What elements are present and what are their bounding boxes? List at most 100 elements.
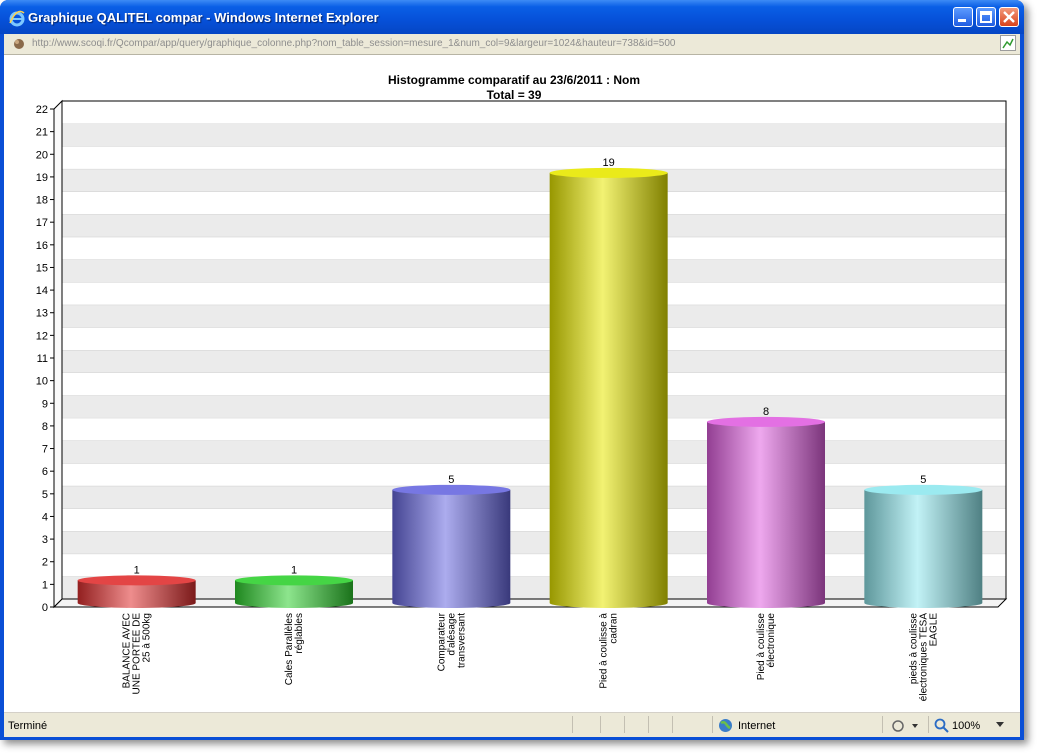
minimize-button[interactable] — [953, 7, 973, 27]
bar — [707, 416, 825, 608]
y-tick-label: 12 — [36, 330, 48, 342]
page-icon — [14, 39, 24, 49]
y-tick-label: 14 — [36, 285, 48, 297]
x-tick-label-line: 25 à 500kg — [142, 613, 153, 663]
status-bar: Terminé Internet 100% — [4, 712, 1020, 737]
grid-band — [62, 214, 1006, 237]
x-tick-label-line: réglables — [294, 613, 305, 654]
bar-top — [77, 575, 196, 586]
minimize-icon — [958, 19, 966, 22]
grid-band — [62, 350, 1006, 373]
grid-band — [62, 236, 1006, 260]
bar — [77, 575, 196, 608]
protected-mode-button[interactable] — [890, 718, 920, 733]
status-divider — [572, 716, 573, 733]
y-tick-label: 22 — [36, 104, 48, 116]
grid-band — [62, 395, 1006, 418]
address-bar[interactable]: http://www.scoqi.fr/Qcompar/app/query/gr… — [4, 34, 1020, 55]
bar — [864, 484, 983, 608]
grid-band — [62, 282, 1006, 305]
browser-window: Graphique QALITEL compar - Windows Inter… — [0, 0, 1024, 740]
x-tick-label-line: électronique — [766, 613, 777, 668]
x-tick-label-line: cadran — [609, 613, 620, 644]
y-tick-label: 3 — [42, 534, 48, 546]
window-title: Graphique QALITEL compar - Windows Inter… — [28, 10, 379, 25]
chevron-down-icon — [996, 722, 1004, 727]
grid-band — [62, 372, 1006, 396]
y-tick-label: 2 — [42, 557, 48, 569]
bar — [549, 167, 668, 608]
globe-icon — [719, 719, 732, 732]
x-tick-label: pieds à coulisse électroniques TESA EAGLE — [908, 613, 939, 702]
y-tick-label: 21 — [36, 127, 48, 139]
status-divider — [648, 716, 649, 733]
y-tick-label: 8 — [42, 421, 48, 433]
y-tick-label: 16 — [36, 240, 48, 252]
x-tick-label: BALANCE AVEC UNE PORTEE DE 25 à 500kg — [122, 613, 153, 695]
bar-value-label: 8 — [763, 406, 769, 418]
bar — [392, 484, 511, 608]
grid-band — [62, 259, 1006, 283]
status-divider — [672, 716, 673, 733]
status-text: Terminé — [8, 720, 48, 732]
bar-body — [864, 489, 983, 608]
grid-band — [62, 440, 1006, 464]
y-tick-label: 11 — [37, 353, 48, 365]
title-bar[interactable]: Graphique QALITEL compar - Windows Inter… — [0, 0, 1024, 34]
x-tick-label: Comparateur d'alésage transversant — [436, 612, 467, 671]
chart-subtitle: Total = 39 — [487, 88, 542, 102]
y-tick-label: 4 — [42, 511, 48, 523]
bar-top — [864, 484, 983, 495]
y-tick-label: 17 — [36, 217, 48, 229]
chart-title: Histogramme comparatif au 23/6/2011 : No… — [388, 73, 640, 87]
bar — [235, 575, 353, 608]
status-divider — [928, 716, 929, 733]
y-tick-label: 6 — [42, 466, 48, 478]
security-zone[interactable]: Internet — [718, 718, 798, 733]
y-tick-label: 13 — [36, 308, 48, 320]
status-divider — [882, 716, 883, 733]
grid-band — [62, 146, 1006, 169]
grid-band — [62, 463, 1006, 486]
bar-body — [392, 489, 511, 608]
y-tick-label: 10 — [36, 376, 48, 388]
url-text[interactable]: http://www.scoqi.fr/Qcompar/app/query/gr… — [32, 38, 676, 49]
maximize-button[interactable] — [976, 7, 996, 27]
grid-band — [62, 304, 1006, 328]
status-divider — [712, 716, 713, 733]
bar-chart: Histogramme comparatif au 23/6/2011 : No… — [36, 73, 1008, 702]
protected-mode-icon — [892, 720, 918, 732]
y-tick-label: 9 — [42, 398, 48, 410]
maximize-icon — [980, 11, 992, 23]
y-tick-label: 18 — [36, 195, 48, 207]
close-button[interactable] — [999, 7, 1019, 27]
bar-value-label: 5 — [920, 474, 926, 486]
grid-band — [62, 327, 1006, 350]
grid-band — [62, 191, 1006, 215]
bar-value-label: 19 — [603, 157, 615, 169]
status-divider — [624, 716, 625, 733]
bar-top — [392, 484, 511, 495]
bar-top — [707, 416, 825, 427]
ie-logo-icon — [9, 10, 25, 27]
y-tick-label: 7 — [42, 444, 48, 456]
x-tick-label-line: transversant — [456, 613, 467, 668]
x-tick-label: Pied à coulisse électronique — [756, 613, 777, 681]
y-tick-label: 0 — [42, 602, 48, 614]
bar-value-label: 5 — [448, 474, 454, 486]
grid-band — [62, 123, 1006, 147]
x-tick-label: Cales Parallèles réglables — [284, 613, 305, 685]
bar-body — [549, 172, 668, 608]
page-content: Histogramme comparatif au 23/6/2011 : No… — [4, 55, 1020, 712]
bar-top — [235, 575, 353, 586]
bar-body — [707, 421, 825, 608]
grid-band — [62, 417, 1006, 441]
bar-top — [549, 167, 668, 178]
zoom-level: 100% — [952, 720, 981, 732]
y-tick-label: 19 — [36, 172, 48, 184]
bar-value-label: 1 — [291, 564, 297, 576]
compatibility-icon[interactable] — [1000, 35, 1016, 51]
zoom-button[interactable]: 100% — [934, 718, 1014, 733]
zoom-icon — [934, 718, 949, 733]
y-tick-label: 5 — [42, 489, 48, 501]
